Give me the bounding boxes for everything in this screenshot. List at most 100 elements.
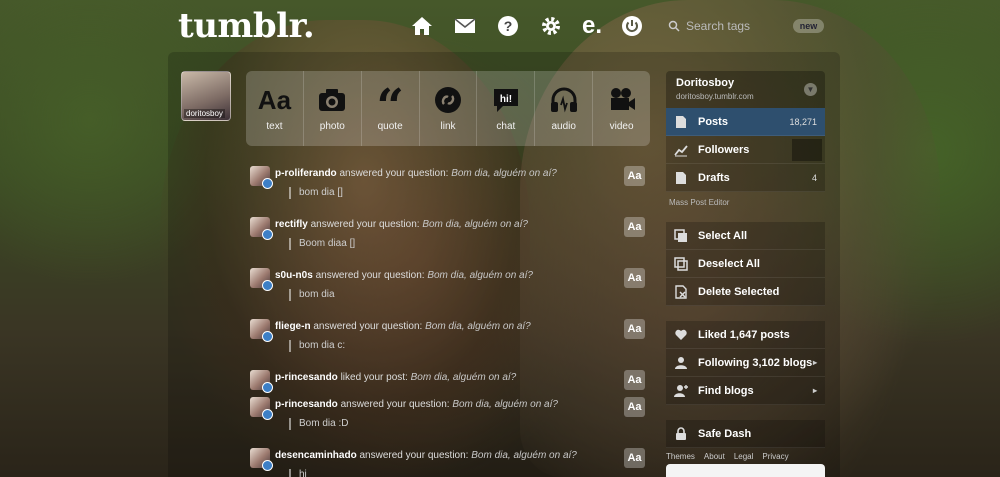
sidebar-item-find-blogs[interactable]: Find blogs ▸ <box>666 377 825 405</box>
deselect-all-button[interactable]: Deselect All <box>666 250 825 278</box>
chat-icon: hi! <box>493 89 518 112</box>
new-badge: new <box>793 19 824 33</box>
post-type-label: quote <box>377 121 403 132</box>
question-link[interactable]: Bom dia, alguém on aí? <box>471 450 577 461</box>
question-link[interactable]: Bom dia, alguém on aí? <box>427 270 533 281</box>
avatar-label: doritosboy <box>184 109 225 118</box>
search-icon <box>668 20 680 32</box>
username-link[interactable]: rectifly <box>275 219 308 230</box>
answer-text: Bom dia :D <box>289 418 348 430</box>
post-type-label: video <box>609 121 634 132</box>
svg-text:?: ? <box>504 18 513 34</box>
delete-selected-button[interactable]: Delete Selected <box>666 278 825 306</box>
sidebar-widget <box>666 464 825 477</box>
text-post-icon[interactable]: Aa <box>624 448 645 468</box>
link-icon <box>435 87 461 113</box>
camera-icon <box>319 89 346 111</box>
post-type-bar: Aa text photo “ quote link hi! chat audi… <box>246 71 650 146</box>
post-video-button[interactable]: video <box>593 71 650 146</box>
sidebar-item-followers[interactable]: Followers <box>666 136 825 164</box>
footer-link-about[interactable]: About <box>704 452 725 461</box>
post-audio-button[interactable]: audio <box>535 71 594 146</box>
gear-icon[interactable] <box>539 14 563 38</box>
answer-text: bom dia c: <box>289 340 345 352</box>
text-post-icon[interactable]: Aa <box>624 370 645 390</box>
search-bar[interactable] <box>668 14 788 38</box>
question-link[interactable]: Bom dia, alguém on aí? <box>422 219 528 230</box>
answer-text: hi <box>289 469 307 477</box>
post-link-button[interactable]: link <box>420 71 478 146</box>
username-link[interactable]: p-roliferando <box>275 168 337 179</box>
user-avatar[interactable] <box>250 448 273 471</box>
text-post-icon[interactable]: Aa <box>624 268 645 288</box>
username-link[interactable]: p-rincesando <box>275 399 338 410</box>
notification-action: answered your question: <box>359 450 469 461</box>
username-link[interactable]: desencaminhado <box>275 450 357 461</box>
notification-text: s0u-n0s answered your question: Bom dia,… <box>275 270 533 281</box>
username-link[interactable]: s0u-n0s <box>275 270 313 281</box>
select-all-button[interactable]: Select All <box>666 222 825 250</box>
user-avatar[interactable] <box>250 319 273 342</box>
sidebar-item-label: Safe Dash <box>698 427 752 440</box>
mass-post-editor-link[interactable]: Mass Post Editor <box>669 198 729 207</box>
notification-text: p-roliferando answered your question: Bo… <box>275 168 557 179</box>
question-link[interactable]: Bom dia, alguém on aí? <box>425 321 531 332</box>
question-link[interactable]: Bom dia, alguém on aí? <box>451 168 557 179</box>
text-post-icon[interactable]: Aa <box>624 166 645 186</box>
find-person-icon <box>674 384 688 398</box>
username-link[interactable]: p-rincesando <box>275 372 338 383</box>
question-link[interactable]: Bom dia, alguém on aí? <box>411 372 517 383</box>
search-input[interactable] <box>686 19 786 33</box>
post-quote-button[interactable]: “ quote <box>362 71 420 146</box>
notification-text: p-rincesando liked your post: Bom dia, a… <box>275 372 516 383</box>
user-avatar[interactable] <box>250 217 273 240</box>
notification-text: p-rincesando answered your question: Bom… <box>275 399 558 410</box>
e-icon[interactable]: e. <box>582 14 606 38</box>
blog-url: doritosboy.tumblr.com <box>676 92 754 101</box>
footer-link-privacy[interactable]: Privacy <box>762 452 788 461</box>
chevron-down-icon[interactable]: ▼ <box>804 83 817 96</box>
drafts-count: 4 <box>811 172 817 183</box>
notification-action: answered your question: <box>313 321 423 332</box>
quote-icon: “ <box>376 79 404 135</box>
answer-text: bom dia <box>289 289 335 301</box>
home-icon[interactable] <box>410 14 434 38</box>
user-avatar[interactable] <box>250 166 273 189</box>
safe-dash-toggle[interactable]: Safe Dash <box>666 420 825 448</box>
sidebar-item-liked[interactable]: Liked 1,647 posts <box>666 321 825 349</box>
user-avatar[interactable] <box>250 397 273 420</box>
notification-text: desencaminhado answered your question: B… <box>275 450 577 461</box>
followers-count-box <box>792 139 822 161</box>
username-link[interactable]: fliege-n <box>275 321 311 332</box>
post-type-label: audio <box>551 121 576 132</box>
power-icon[interactable] <box>620 14 644 38</box>
user-avatar[interactable] <box>250 370 273 393</box>
blog-header[interactable]: Doritosboy doritosboy.tumblr.com ▼ <box>666 71 825 108</box>
sidebar-item-following[interactable]: Following 3,102 blogs ▸ <box>666 349 825 377</box>
select-icon <box>674 228 688 243</box>
avatar[interactable]: doritosboy <box>181 71 231 121</box>
text-post-icon[interactable]: Aa <box>624 319 645 339</box>
question-link[interactable]: Bom dia, alguém on aí? <box>452 399 558 410</box>
text-post-icon[interactable]: Aa <box>624 217 645 237</box>
user-avatar[interactable] <box>250 268 273 291</box>
tumblr-logo[interactable]: tumblr. <box>178 6 315 46</box>
notification-action: answered your question: <box>315 270 425 281</box>
help-icon[interactable]: ? <box>496 14 520 38</box>
sidebar-item-label: Find blogs <box>698 384 754 397</box>
post-text-button[interactable]: Aa text <box>246 71 304 146</box>
action-label: Delete Selected <box>698 285 780 298</box>
post-type-label: chat <box>496 121 516 132</box>
post-chat-button[interactable]: hi! chat <box>477 71 536 146</box>
person-icon <box>674 356 688 370</box>
headphones-icon <box>550 87 577 113</box>
post-photo-button[interactable]: photo <box>304 71 362 146</box>
text-post-icon[interactable]: Aa <box>624 397 645 417</box>
mail-icon[interactable] <box>453 14 477 38</box>
footer-link-themes[interactable]: Themes <box>666 452 695 461</box>
sidebar-item-posts[interactable]: Posts 18,271 <box>666 108 825 136</box>
footer-link-legal[interactable]: Legal <box>734 452 754 461</box>
posts-count: 18,271 <box>789 116 817 127</box>
post-type-label: text <box>266 121 283 132</box>
sidebar-item-drafts[interactable]: Drafts 4 <box>666 164 825 192</box>
